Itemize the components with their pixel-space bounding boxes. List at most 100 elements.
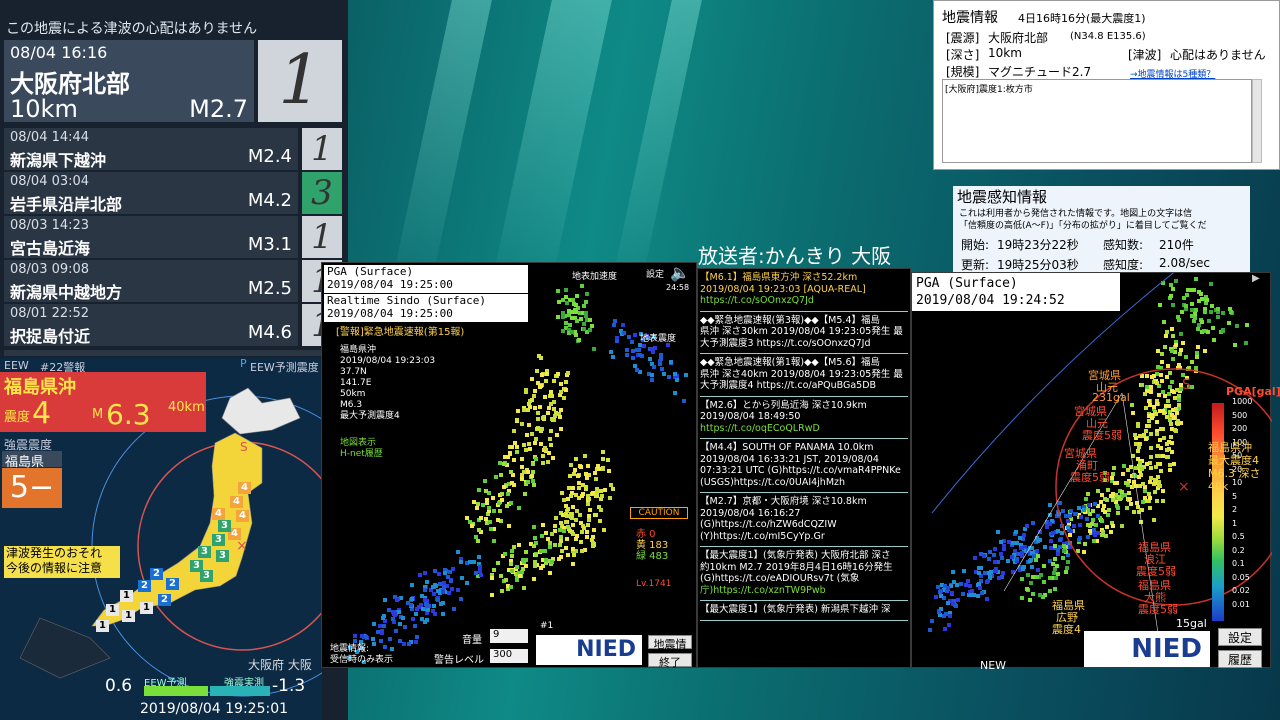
map-intensity-number: 3 [216, 550, 229, 562]
history-row[interactable]: 08/04 14:44 新潟県下越沖 M2.4 [4, 128, 298, 170]
station-dot [571, 546, 576, 551]
alert-line: 50km [340, 389, 366, 399]
latest-datetime: 08/04 16:16 [10, 43, 108, 62]
history-row[interactable]: 08/03 14:23 宮古島近海 M3.1 [4, 216, 298, 258]
station-dot [535, 368, 539, 373]
station-dot [674, 378, 679, 383]
station-dot [549, 443, 554, 448]
alert-line: 37.7N [340, 367, 367, 377]
station-dot [490, 496, 495, 501]
latest-quake-card[interactable]: 08/04 16:16 大阪府北部 10km M2.7 [4, 40, 254, 123]
station-dot [423, 620, 427, 625]
history-button[interactable]: 履歴 [1218, 650, 1262, 668]
station-dot [672, 390, 677, 395]
density-label: 感知度: [1103, 258, 1144, 272]
station-dot [584, 291, 589, 296]
history-row[interactable]: 08/01 22:52 択捉島付近 M4.6 [4, 304, 298, 346]
station-dot [624, 352, 629, 357]
station-dot [478, 573, 483, 577]
station-dot [533, 388, 537, 393]
settings-button[interactable]: 設定 [1218, 628, 1262, 646]
alert-line: 141.7E [340, 378, 372, 388]
station-dot [526, 423, 531, 427]
station-dot [509, 561, 514, 566]
station-dot [633, 332, 638, 337]
station-dot [660, 367, 665, 372]
feed-line: 大予測震度3 https://t.co/sOOnxzQ7Jd [700, 337, 871, 349]
station-dot [520, 477, 525, 482]
right-pga-time: 2019/08/04 19:24:52 [916, 293, 1065, 308]
station-dot [475, 539, 480, 544]
tsunami-header: この地震による津波の心配はありません [6, 21, 258, 37]
station-dot [528, 446, 533, 451]
eq-label: 福島県沖 最大震度4 M6.3 深さ40k [1208, 441, 1270, 493]
feed-list: 【M6.1】福島県東方沖 深さ52.2km 2019/08/04 19:23:03… [700, 269, 908, 621]
station-dot [431, 592, 436, 597]
pga-color-scale [1212, 403, 1224, 621]
history-row[interactable]: 08/04 03:04 岩手県沿岸北部 M4.2 [4, 172, 298, 214]
station-dot [568, 322, 572, 327]
eq-label-line: 最大震度4 [1208, 454, 1259, 467]
station-dot [505, 491, 510, 496]
station-dot [565, 536, 569, 541]
history-place: 宮古島近海 [10, 239, 91, 258]
feed-item[interactable]: ◆◆緊急地震速報(第3報)◆◆【M5.4】福島 県沖 深さ30km 2019/08… [700, 312, 908, 354]
station-dot [637, 347, 641, 352]
station-dot [409, 582, 414, 587]
sound-select[interactable]: 9 [490, 629, 528, 643]
station-dot [449, 586, 454, 591]
info-textbox[interactable]: [大阪府]震度1:枚方市 [942, 79, 1252, 163]
feed-item[interactable]: 【最大震度1】(気象庁発表) 新潟県下越沖 深 [700, 601, 908, 621]
sense-desc-2: 「信頼度の高低(A〜F)」「分布の拡がり」に着目してご覧くだ [959, 221, 1207, 231]
station-dot [578, 513, 583, 518]
station-dot [502, 551, 507, 556]
feed-item[interactable]: 【M2.7】京都・大阪府境 深さ10.8km 2019/08/04 16:16:2… [700, 493, 908, 547]
twitter-feed[interactable]: 【M6.1】福島県東方沖 深さ52.2km 2019/08/04 19:23:03… [697, 268, 911, 668]
feed-line: 【M6.1】福島県東方沖 深さ52.2km [700, 272, 858, 283]
station-dot [649, 378, 654, 383]
station-dot [379, 630, 384, 635]
station-dot [431, 584, 436, 589]
history-row[interactable]: 08/03 09:08 新潟県中越地方 M2.5 [4, 260, 298, 302]
speaker-icon[interactable]: 🔈 [670, 263, 690, 282]
info-scrollbar[interactable] [1252, 79, 1262, 163]
hokkaido-land [221, 387, 301, 435]
station-dot [515, 418, 520, 423]
station-dot [599, 488, 604, 493]
feed-item[interactable]: 【M6.1】福島県東方沖 深さ52.2km 2019/08/04 19:23:03… [700, 269, 908, 312]
warn-select[interactable]: 300 [490, 649, 528, 663]
station-dot [474, 505, 479, 510]
feed-item[interactable]: 【M4.4】SOUTH OF PANAMA 10.0km 2019/08/04 1… [700, 439, 908, 493]
station-dot [378, 638, 383, 643]
feed-item[interactable]: 【最大震度1】(気象庁発表) 大阪府北部 深さ 約10km M2.7 2019年8… [700, 547, 908, 601]
station-dot [684, 372, 689, 377]
station-dot [511, 545, 516, 550]
tsunami-note-line: 津波発生のおそれ [6, 546, 103, 560]
station-dot [553, 523, 558, 528]
count-label: 感知数: [1103, 238, 1144, 252]
station-dot [650, 373, 655, 378]
hinet-link[interactable]: H-net履歴 [340, 446, 383, 459]
station-dot [492, 538, 497, 543]
warn-label: 警告レベル [434, 655, 484, 666]
play-icon[interactable]: ▶ [1252, 273, 1260, 284]
settings-link[interactable]: 設定 [646, 267, 664, 280]
station-dot [538, 384, 543, 389]
feed-item[interactable]: 【M2.6】とから列島近海 深さ10.9km 2019/08/04 18:49:5… [700, 397, 908, 439]
station-dot [465, 581, 470, 586]
info-button[interactable]: 地震情報 [648, 635, 692, 667]
station-dot [627, 335, 632, 340]
station-dot [557, 300, 561, 305]
eew-bar2 [210, 686, 270, 696]
station-dot [492, 508, 496, 513]
station-dot [459, 575, 464, 580]
exit-button[interactable]: 終了 [648, 653, 692, 669]
station-dot [382, 598, 387, 603]
station-dot [494, 474, 499, 479]
station-dot [601, 457, 606, 462]
station-dot [564, 321, 568, 326]
station-dot [456, 588, 461, 593]
station-dot [588, 317, 592, 322]
feed-item[interactable]: ◆◆緊急地震速報(第1報)◆◆【M5.6】福島 県沖 深さ40km 2019/08… [700, 354, 908, 397]
eq-label-line: M6.3 深さ40k [1208, 467, 1261, 493]
